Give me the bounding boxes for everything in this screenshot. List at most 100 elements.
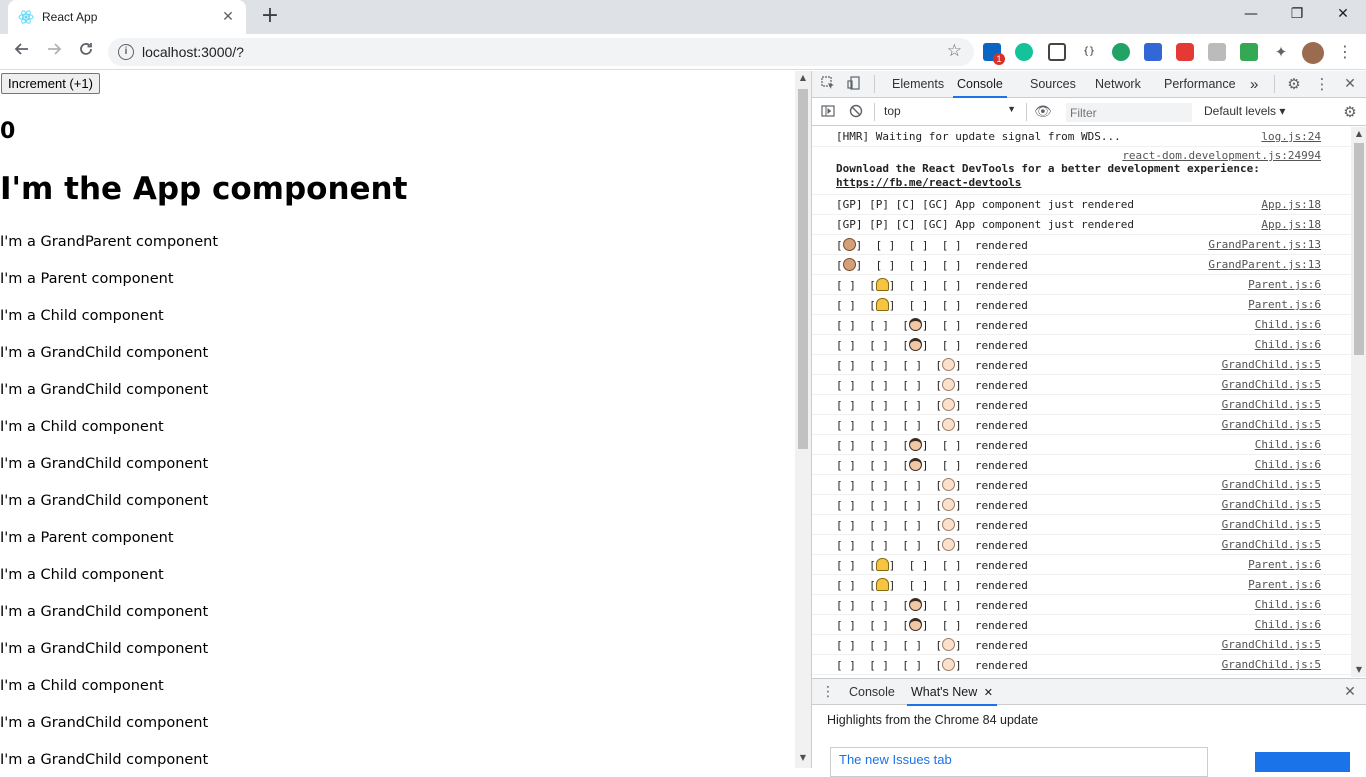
tab-elements[interactable]: Elements	[892, 71, 944, 98]
download-extension-icon[interactable]	[1208, 43, 1226, 61]
log-source-link[interactable]: GrandChild.js:5	[1222, 498, 1321, 511]
log-source-link[interactable]: Parent.js:6	[1248, 578, 1321, 591]
log-source-link[interactable]: Child.js:6	[1255, 438, 1321, 451]
log-source-link[interactable]: Child.js:6	[1255, 618, 1321, 631]
tab-network[interactable]: Network	[1095, 71, 1141, 98]
tab-performance[interactable]: Performance	[1164, 71, 1236, 98]
log-source-link[interactable]: GrandChild.js:5	[1222, 518, 1321, 531]
log-source-link[interactable]: react-dom.development.js:24994	[1122, 149, 1321, 162]
log-source-link[interactable]: GrandChild.js:5	[1222, 538, 1321, 551]
log-source-link[interactable]: GrandChild.js:5	[1222, 378, 1321, 391]
address-bar[interactable]: i localhost:3000/? ☆	[108, 38, 974, 66]
json-extension-icon[interactable]: {}	[1080, 43, 1098, 61]
log-levels-dropdown[interactable]: Default levels ▾	[1204, 104, 1285, 118]
scroll-down-icon[interactable]: ▼	[795, 751, 811, 765]
browser-menu-icon[interactable]: ⋮	[1336, 43, 1354, 61]
log-source-link[interactable]: GrandChild.js:5	[1222, 478, 1321, 491]
empty-slot: [ ]	[836, 559, 856, 572]
empty-slot: [ ]	[941, 299, 962, 312]
console-settings-gear-icon[interactable]: ⚙	[1342, 104, 1358, 120]
drawer-tab-console[interactable]: Console	[849, 679, 895, 706]
console-filter-input[interactable]	[1066, 103, 1192, 122]
log-source-link[interactable]: Child.js:6	[1255, 338, 1321, 351]
tab-sources[interactable]: Sources	[1030, 71, 1076, 98]
log-source-link[interactable]: Child.js:6	[1255, 458, 1321, 471]
shield-extension-icon[interactable]	[1176, 43, 1194, 61]
console-scroll-down-icon[interactable]: ▼	[1351, 663, 1366, 677]
log-source-link[interactable]: Child.js:6	[1255, 598, 1321, 611]
log-source-link[interactable]: GrandChild.js:5	[1222, 418, 1321, 431]
back-arrow-icon[interactable]	[10, 40, 34, 64]
log-source-link[interactable]: App.js:18	[1261, 218, 1321, 231]
minimize-button[interactable]: —	[1228, 0, 1274, 30]
console-log-row: GrandChild.js:5 [ ] [ ] [ ] [] rendered	[812, 415, 1351, 435]
gc-emoji-icon	[942, 358, 955, 371]
devtools-menu-icon[interactable]: ⋮	[1314, 76, 1330, 92]
log-source-link[interactable]: Parent.js:6	[1248, 278, 1321, 291]
log-source-link[interactable]: GrandParent.js:13	[1208, 258, 1321, 271]
close-drawer-tab-icon[interactable]: ✕	[984, 687, 993, 699]
site-info-icon[interactable]: i	[118, 44, 134, 60]
component-line: I'm a Child component	[0, 567, 164, 583]
log-source-link[interactable]: log.js:24	[1261, 130, 1321, 143]
restore-button[interactable]: ❐	[1274, 0, 1320, 30]
inspect-element-icon[interactable]	[820, 76, 836, 92]
log-source-link[interactable]: GrandChild.js:5	[1222, 398, 1321, 411]
clear-console-icon[interactable]	[848, 104, 864, 120]
increment-button[interactable]: Increment (+1)	[1, 73, 100, 94]
empty-slot: [ ]	[941, 459, 962, 472]
empty-slot: [ ]	[869, 659, 889, 672]
log-source-link[interactable]: Child.js:6	[1255, 318, 1321, 331]
screenshot-extension-icon[interactable]	[1240, 43, 1258, 61]
log-source-link[interactable]: GrandChild.js:5	[1222, 638, 1321, 651]
settings-gear-icon[interactable]: ⚙	[1286, 76, 1302, 92]
tab-close-icon[interactable]: ✕	[220, 9, 236, 25]
console-scrollbar[interactable]: ▲ ▼	[1351, 127, 1366, 677]
react-logo-icon	[18, 9, 34, 25]
empty-slot: [ ]	[902, 539, 923, 552]
green-extension-icon[interactable]	[1112, 43, 1130, 61]
scroll-up-icon[interactable]: ▲	[795, 71, 811, 85]
profile-avatar[interactable]	[1302, 42, 1324, 64]
close-devtools-icon[interactable]: ✕	[1342, 76, 1358, 92]
extensions-puzzle-icon[interactable]: ✦	[1272, 43, 1290, 61]
console-log-row: Child.js:6 [ ] [ ] [] [ ] rendered	[812, 455, 1351, 475]
browser-tab[interactable]: React App ✕	[8, 0, 246, 34]
sidebar-toggle-icon[interactable]	[820, 104, 836, 120]
pen-extension-icon[interactable]	[1048, 43, 1066, 61]
empty-slot: [ ]	[836, 459, 856, 472]
log-source-link[interactable]: Parent.js:6	[1248, 298, 1321, 311]
console-log-row: Parent.js:6 [ ] [] [ ] [ ] rendered	[812, 295, 1351, 315]
tab-console[interactable]: Console	[953, 71, 1007, 98]
empty-slot: [ ]	[941, 239, 962, 252]
forward-arrow-icon[interactable]	[42, 40, 66, 64]
address-url: localhost:3000/?	[142, 44, 244, 60]
log-source-link[interactable]: GrandChild.js:5	[1222, 358, 1321, 371]
log-source-link[interactable]: GrandChild.js:5	[1222, 658, 1321, 671]
console-scroll-thumb[interactable]	[1354, 143, 1364, 355]
live-expression-eye-icon[interactable]: 👁	[1034, 104, 1052, 120]
blue-extension-icon[interactable]	[1144, 43, 1162, 61]
more-tabs-icon[interactable]: »	[1250, 71, 1258, 98]
log-source-link[interactable]: GrandParent.js:13	[1208, 238, 1321, 251]
empty-slot: [ ]	[908, 259, 929, 272]
new-tab-button[interactable]: +	[258, 5, 282, 29]
log-source-link[interactable]: App.js:18	[1261, 198, 1321, 211]
page-scrollbar[interactable]: ▲ ▼	[795, 71, 811, 768]
bookmark-star-icon[interactable]: ☆	[947, 41, 962, 61]
react-devtools-link[interactable]: https://fb.me/react-devtools	[836, 176, 1021, 189]
page-scroll-thumb[interactable]	[798, 89, 808, 449]
context-selector[interactable]: top ▼	[884, 104, 1016, 118]
device-toolbar-icon[interactable]	[846, 76, 862, 92]
issues-tab-card[interactable]: The new Issues tab	[830, 747, 1208, 777]
grammarly-extension-icon[interactable]	[1015, 43, 1033, 61]
filled-slot: []	[869, 278, 896, 292]
log-source-link[interactable]: Parent.js:6	[1248, 558, 1321, 571]
close-window-button[interactable]: ✕	[1320, 0, 1366, 30]
filled-slot: []	[902, 598, 929, 612]
drawer-tab-whats-new[interactable]: What's New ✕	[907, 679, 997, 706]
console-scroll-up-icon[interactable]: ▲	[1351, 127, 1366, 141]
close-drawer-icon[interactable]: ✕	[1342, 684, 1358, 700]
reload-icon[interactable]	[74, 40, 98, 64]
drawer-menu-icon[interactable]: ⋮	[820, 684, 836, 700]
